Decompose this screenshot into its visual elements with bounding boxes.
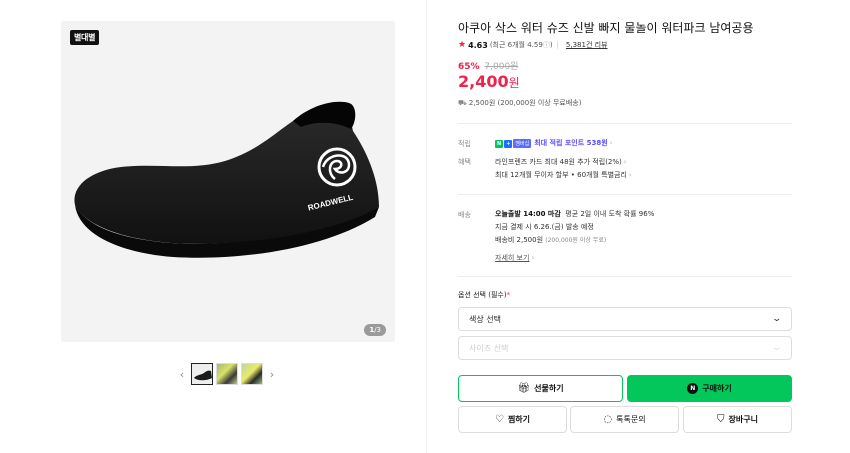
panel-divider — [426, 0, 427, 453]
naver-logo-badge: N — [495, 140, 504, 148]
chat-icon: ◌ — [603, 414, 613, 425]
chevron-down-icon: ⌄ — [771, 314, 783, 324]
max-points-text: 최대 적립 포인트 538원 — [534, 139, 608, 147]
benefit-line-2[interactable]: 최대 12개월 무이자 할부 • 60개월 특별금리 › — [495, 170, 632, 180]
heart-icon: ♡ — [494, 414, 504, 425]
rating-value: 4.63 — [468, 40, 488, 50]
discount-rate: 65% — [458, 62, 480, 72]
benefit-line-1[interactable]: 라인프렌즈 카드 최대 48원 추가 적립(2%) › — [495, 157, 627, 167]
sale-price: 2,400원 — [458, 72, 520, 91]
delivery-line-2: 지금 결제 시 6.26.(금) 발송 예정 — [495, 223, 594, 231]
points-row[interactable]: N + 멤버십 최대 적립 포인트 538원 › — [495, 138, 612, 148]
divider — [458, 194, 792, 195]
divider — [458, 276, 792, 277]
thumbnail-strip: ‹ › — [176, 363, 278, 385]
points-label: 적립 — [458, 140, 471, 148]
product-title: 아쿠아 삭스 워터 슈즈 신발 빠지 물놀이 워터파크 남여공용 — [458, 21, 754, 35]
main-product-image[interactable]: ROADWELL 별대별 1/3 — [61, 21, 395, 342]
thumbnail-3[interactable] — [241, 363, 263, 385]
image-page-indicator: 1/3 — [364, 324, 386, 336]
gift-icon: 🎁︎ — [517, 383, 531, 394]
truck-icon: ⛟ — [458, 99, 467, 107]
chevron-right-icon: › — [623, 158, 627, 166]
chevron-right-icon: › — [609, 139, 613, 147]
delivery-line-3: 배송비 2,500원 (200,000원 이상 무료) — [495, 236, 607, 244]
divider: | — [556, 41, 559, 49]
delivery-detail-link[interactable]: 자세히 보기 › — [495, 253, 534, 263]
delivery-line-1: 오늘출발 14:00 마감 평균 2일 이내 도착 확률 96% — [495, 210, 655, 218]
original-price: 7,000원 — [484, 62, 519, 72]
option-label: 옵션 선택 (필수)* — [458, 291, 511, 299]
cart-icon: ⛉ — [717, 414, 725, 425]
delivery-label: 배송 — [458, 211, 471, 219]
zzim-button[interactable]: ♡ 찜하기 — [458, 406, 567, 433]
chevron-right-icon[interactable]: › — [266, 368, 278, 381]
chevron-right-icon: › — [628, 171, 632, 179]
chevron-down-icon: ⌄ — [771, 343, 783, 353]
membership-badge: 멤버십 — [513, 139, 532, 148]
rating-recent: (최근 6개월 4.59ⓘ) — [489, 41, 553, 49]
cart-button[interactable]: ⛉ 장바구니 — [683, 406, 792, 433]
chevron-right-icon: › — [531, 254, 535, 262]
naver-n-icon: N — [687, 383, 699, 394]
star-icon: ★ — [458, 40, 467, 50]
talk-inquiry-button[interactable]: ◌ 톡톡문의 — [570, 406, 679, 433]
gift-button[interactable]: 🎁︎ 선물하기 — [458, 375, 623, 402]
rating-row: ★ 4.63 (최근 6개월 4.59ⓘ) | 5,381건 리뷰 — [458, 40, 608, 50]
review-count-link[interactable]: 5,381건 리뷰 — [566, 40, 608, 50]
benefit-label: 혜택 — [458, 158, 471, 166]
size-select[interactable]: 사이즈 선택 ⌄ — [458, 336, 792, 360]
divider — [458, 123, 792, 124]
thumbnail-1[interactable] — [191, 363, 213, 385]
chevron-left-icon[interactable]: ‹ — [176, 368, 188, 381]
discount-row: 65% 7,000원 — [458, 59, 518, 72]
thumbnail-2[interactable] — [216, 363, 238, 385]
shoe-illustration: ROADWELL — [74, 101, 380, 258]
buy-button[interactable]: N 구매하기 — [627, 375, 792, 402]
shipping-fee: ⛟ 2,500원 (200,000원 이상 무료배송) — [458, 99, 582, 107]
color-select[interactable]: 색상 선택 ⌄ — [458, 307, 792, 331]
plus-badge: + — [504, 140, 513, 148]
info-icon: ⓘ — [542, 41, 550, 49]
brand-badge: 별대별 — [70, 30, 100, 45]
